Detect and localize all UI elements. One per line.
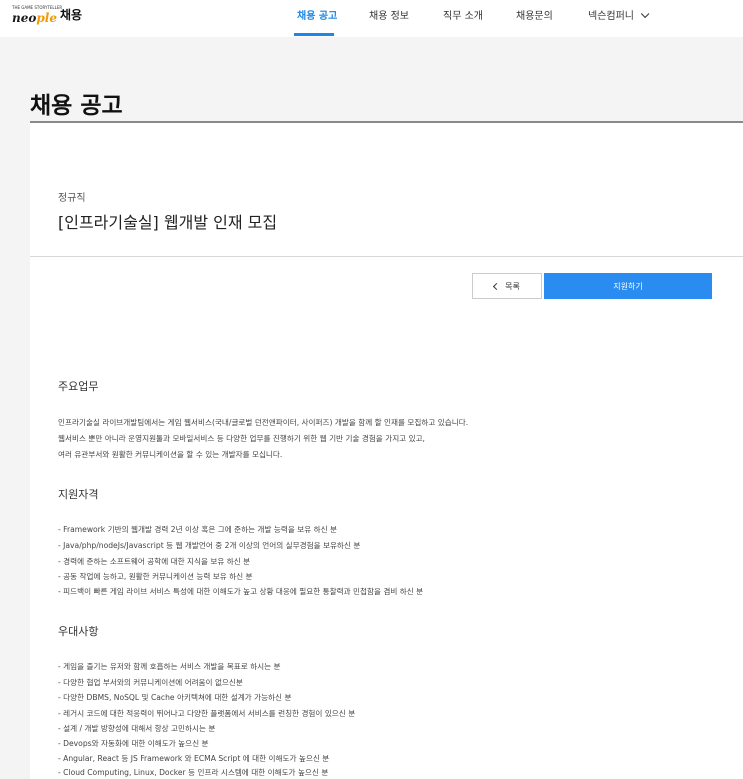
nav-job-postings[interactable]: 채용 공고 — [297, 0, 337, 37]
top-navigation-bar: THE GAME STORYTELLER neople 채용 채용 공고 채용 … — [0, 0, 743, 37]
nav-recruit-inquiry[interactable]: 채용문의 — [516, 0, 553, 37]
apply-label: 지원하기 — [613, 281, 643, 291]
section-heading-preferred: 우대사항 — [58, 625, 99, 638]
logo-tagline: THE GAME STORYTELLER — [12, 5, 63, 10]
preferred-line: - 레거시 코드에 대한 적응력이 뛰어나고 다양한 플랫폼에서 서비스를 런칭… — [58, 709, 356, 718]
chevron-down-icon — [640, 9, 650, 19]
duty-line: 웹서비스 뿐만 아니라 운영지원툴과 모바일서비스 등 다양한 업무를 진행하기… — [58, 434, 425, 443]
job-title: [인프라기술실] 웹개발 인재 모집 — [58, 213, 278, 232]
nav-job-intro[interactable]: 직무 소개 — [443, 0, 483, 37]
duty-line: 여러 유관부서와 원활한 커뮤니케이션을 할 수 있는 개발자를 모십니다. — [58, 450, 283, 459]
job-posting-card: 정규직 [인프라기술실] 웹개발 인재 모집 목록 지원하기 주요업무 인프라기… — [30, 123, 743, 779]
chevron-left-icon — [493, 282, 501, 290]
preferred-line: - 설계 / 개발 방향성에 대해서 항상 고민하시는 분 — [58, 724, 216, 733]
duty-line: 인프라기술실 라이브개발팀에서는 게임 웹서비스(국내/글로벌 던전앤파이터, … — [58, 418, 469, 427]
back-to-list-label: 목록 — [505, 281, 520, 291]
logo-wordmark: neople — [12, 11, 57, 25]
section-heading-main-duties: 주요업무 — [58, 380, 99, 393]
qualification-line: - 경력에 준하는 소프트웨어 공학에 대한 지식을 보유 하신 분 — [58, 557, 251, 566]
qualification-line: - Framework 기반의 웹개발 경력 2년 이상 혹은 그에 준하는 개… — [58, 525, 338, 534]
neople-logo[interactable]: THE GAME STORYTELLER neople — [12, 5, 62, 29]
preferred-line: - Cloud Computing, Linux, Docker 등 인프라 시… — [58, 768, 329, 777]
preferred-line: - 다양한 협업 부서와의 커뮤니케이션에 어려움이 없으신분 — [58, 678, 243, 687]
card-divider — [30, 256, 743, 257]
preferred-line: - Angular, React 등 JS Framework 와 ECMA S… — [58, 754, 330, 763]
qualification-line: - 공동 작업에 능하고, 원활한 커뮤니케이션 능력 보유 하신 분 — [58, 572, 253, 581]
qualification-line: - 피드백이 빠른 게임 라이브 서비스 특성에 대한 이해도가 높고 상황 대… — [58, 587, 424, 596]
preferred-line: - 게임을 즐기는 유저와 함께 호흡하는 서비스 개발을 목표로 하시는 분 — [58, 662, 281, 671]
brand-title[interactable]: 채용 — [60, 6, 82, 23]
nav-recruit-info[interactable]: 채용 정보 — [369, 0, 409, 37]
nav-nexon-company[interactable]: 넥슨컴퍼니 — [588, 0, 650, 37]
apply-button[interactable]: 지원하기 — [544, 273, 712, 299]
qualification-line: - Java/php/nodeJs/Javascript 등 웹 개발언어 중 … — [58, 541, 361, 550]
preferred-line: - 다양한 DBMS, NoSQL 및 Cache 아키텍쳐에 대한 설계가 가… — [58, 693, 292, 702]
preferred-line: - Devops와 자동화에 대한 이해도가 높으신 분 — [58, 739, 209, 748]
nav-active-indicator — [294, 33, 334, 36]
employment-type: 정규직 — [58, 193, 86, 204]
page-title: 채용 공고 — [30, 93, 123, 119]
back-to-list-button[interactable]: 목록 — [472, 273, 542, 299]
section-heading-qualifications: 지원자격 — [58, 488, 99, 501]
